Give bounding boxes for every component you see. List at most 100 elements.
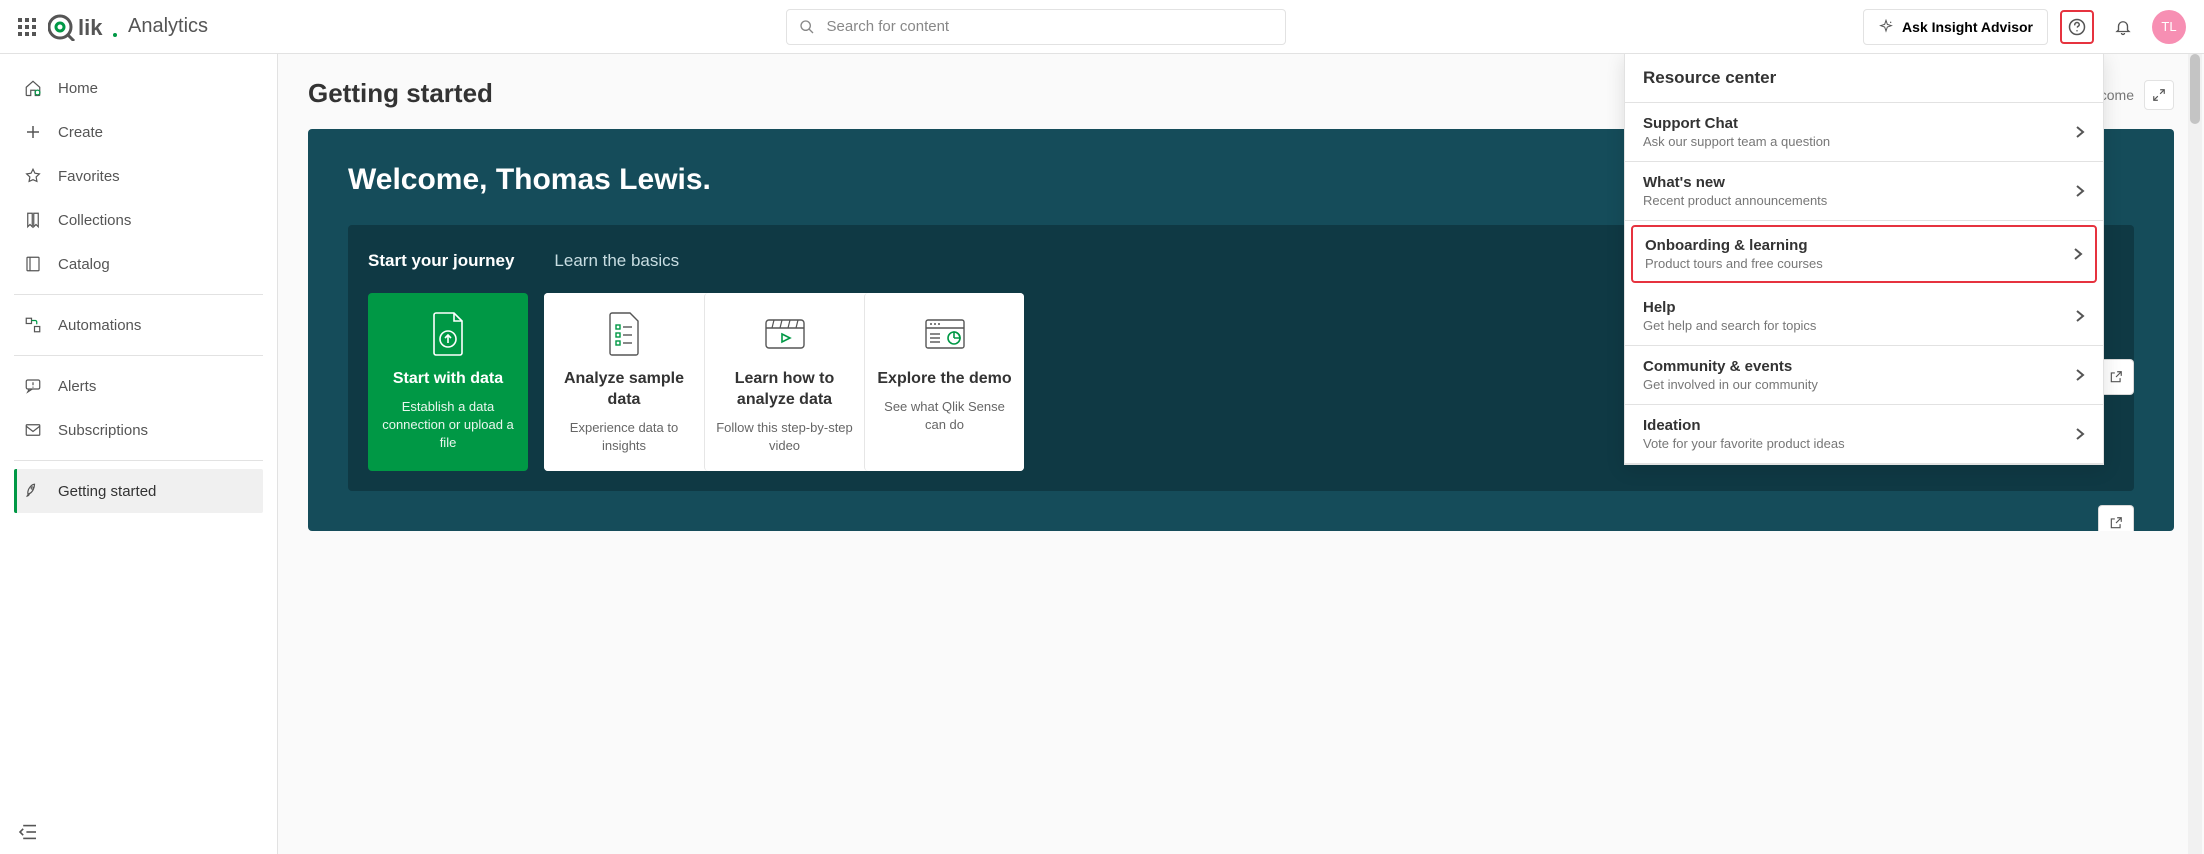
panel-item-support-chat[interactable]: Support Chat Ask our support team a ques… [1625,103,2103,162]
card-title: Start with data [378,369,518,390]
dashboard-icon [875,309,1014,359]
sidebar-item-alerts[interactable]: Alerts [14,364,263,408]
svg-text:lik: lik [78,15,103,40]
search-box[interactable] [786,9,1286,45]
panel-item-title: Ideation [1643,417,1845,434]
ask-insight-advisor-button[interactable]: Ask Insight Advisor [1863,9,2048,45]
sidebar-item-label: Getting started [58,483,156,500]
sidebar-collapse-button[interactable] [18,824,38,840]
sidebar-item-label: Favorites [58,168,120,185]
sidebar-divider [14,294,263,295]
panel-item-help[interactable]: Help Get help and search for topics [1625,287,2103,346]
file-upload-icon [378,309,518,359]
search-icon [799,19,815,35]
card-title: Analyze sample data [554,369,694,411]
sidebar-divider [14,355,263,356]
card-start-with-data[interactable]: Start with data Establish a data connect… [368,293,528,471]
panel-item-whats-new[interactable]: What's new Recent product announcements [1625,162,2103,221]
panel-item-subtitle: Get help and search for topics [1643,318,1816,333]
scrollbar-thumb[interactable] [2190,54,2200,124]
sidebar-divider [14,460,263,461]
panel-item-subtitle: Product tours and free courses [1645,256,1823,271]
external-link-icon [2109,370,2123,384]
main-content: Welcome Getting started Welcome, Thomas … [278,54,2204,854]
panel-item-community-events[interactable]: Community & events Get involved in our c… [1625,346,2103,405]
card-analyze-sample[interactable]: Analyze sample data Experience data to i… [544,293,704,471]
hero-tab-start-journey[interactable]: Start your journey [368,251,514,271]
video-icon [715,309,854,359]
card-subtitle: Establish a data connection or upload a … [378,398,518,453]
hero-tab-learn-basics[interactable]: Learn the basics [554,251,679,271]
search-input[interactable] [825,17,1273,36]
external-link-button[interactable] [2098,505,2134,531]
sidebar-item-subscriptions[interactable]: Subscriptions [14,408,263,452]
sidebar-item-label: Catalog [58,256,110,273]
vertical-scrollbar[interactable] [2188,54,2202,854]
collapse-icon [18,824,38,840]
star-icon [24,167,42,185]
catalog-icon [24,255,42,273]
panel-item-title: Onboarding & learning [1645,237,1823,254]
brand-logo[interactable]: lik Analytics [48,13,208,41]
app-launcher-icon[interactable] [18,18,36,36]
panel-item-onboarding-learning[interactable]: Onboarding & learning Product tours and … [1631,225,2097,283]
notifications-button[interactable] [2106,10,2140,44]
sidebar-item-collections[interactable]: Collections [14,198,263,242]
sidebar-item-label: Collections [58,212,131,229]
sidebar-item-label: Create [58,124,103,141]
resource-center-title: Resource center [1625,54,2103,103]
plus-icon [24,123,42,141]
chevron-right-icon [2075,184,2085,198]
sidebar-item-create[interactable]: Create [14,110,263,154]
chat-alert-icon [24,377,42,395]
chevron-right-icon [2075,368,2085,382]
document-list-icon [554,309,694,359]
sidebar-item-automations[interactable]: Automations [14,303,263,347]
panel-item-ideation[interactable]: Ideation Vote for your favorite product … [1625,405,2103,464]
chevron-right-icon [2075,309,2085,323]
topbar: lik Analytics Ask Insight Advisor TL [0,0,2204,54]
sidebar: Home Create Favorites Collections Catalo… [0,54,278,854]
sidebar-item-label: Alerts [58,378,96,395]
card-subtitle: See what Qlik Sense can do [875,398,1014,434]
hero-tab-label: Learn the basics [554,251,679,270]
sidebar-item-getting-started[interactable]: Getting started [14,469,263,513]
card-subtitle: Follow this step-by-step video [715,419,854,455]
resource-center-panel: Resource center Support Chat Ask our sup… [1624,54,2104,465]
panel-item-subtitle: Get involved in our community [1643,377,1818,392]
card-title: Explore the demo [875,369,1014,390]
sidebar-item-label: Home [58,80,98,97]
card-explore-demo[interactable]: Explore the demo See what Qlik Sense can… [864,293,1024,471]
panel-item-subtitle: Vote for your favorite product ideas [1643,436,1845,451]
panel-item-title: Help [1643,299,1816,316]
card-title: Learn how to analyze data [715,369,854,411]
help-button[interactable] [2060,10,2094,44]
card-learn-analyze[interactable]: Learn how to analyze data Follow this st… [704,293,864,471]
chevron-right-icon [2075,427,2085,441]
panel-item-title: What's new [1643,174,1827,191]
bookmark-collection-icon [24,211,42,229]
expand-icon [2152,88,2166,102]
sidebar-item-favorites[interactable]: Favorites [14,154,263,198]
chevron-right-icon [2073,247,2083,261]
user-avatar[interactable]: TL [2152,10,2186,44]
external-link-icon [2109,516,2123,530]
home-icon [24,79,42,97]
chevron-right-icon [2075,125,2085,139]
sidebar-item-home[interactable]: Home [14,66,263,110]
avatar-initials: TL [2161,19,2176,34]
product-name: Analytics [128,15,208,38]
sidebar-item-label: Automations [58,317,141,334]
mail-icon [24,421,42,439]
panel-item-subtitle: Ask our support team a question [1643,134,1830,149]
ask-insight-label: Ask Insight Advisor [1902,19,2033,35]
rocket-icon [24,482,42,500]
expand-button[interactable] [2144,80,2174,110]
card-subtitle: Experience data to insights [554,419,694,455]
bell-icon [2114,18,2132,36]
sidebar-item-label: Subscriptions [58,422,148,439]
panel-item-subtitle: Recent product announcements [1643,193,1827,208]
hero-tab-label: Start your journey [368,251,514,270]
panel-item-title: Support Chat [1643,115,1830,132]
sidebar-item-catalog[interactable]: Catalog [14,242,263,286]
